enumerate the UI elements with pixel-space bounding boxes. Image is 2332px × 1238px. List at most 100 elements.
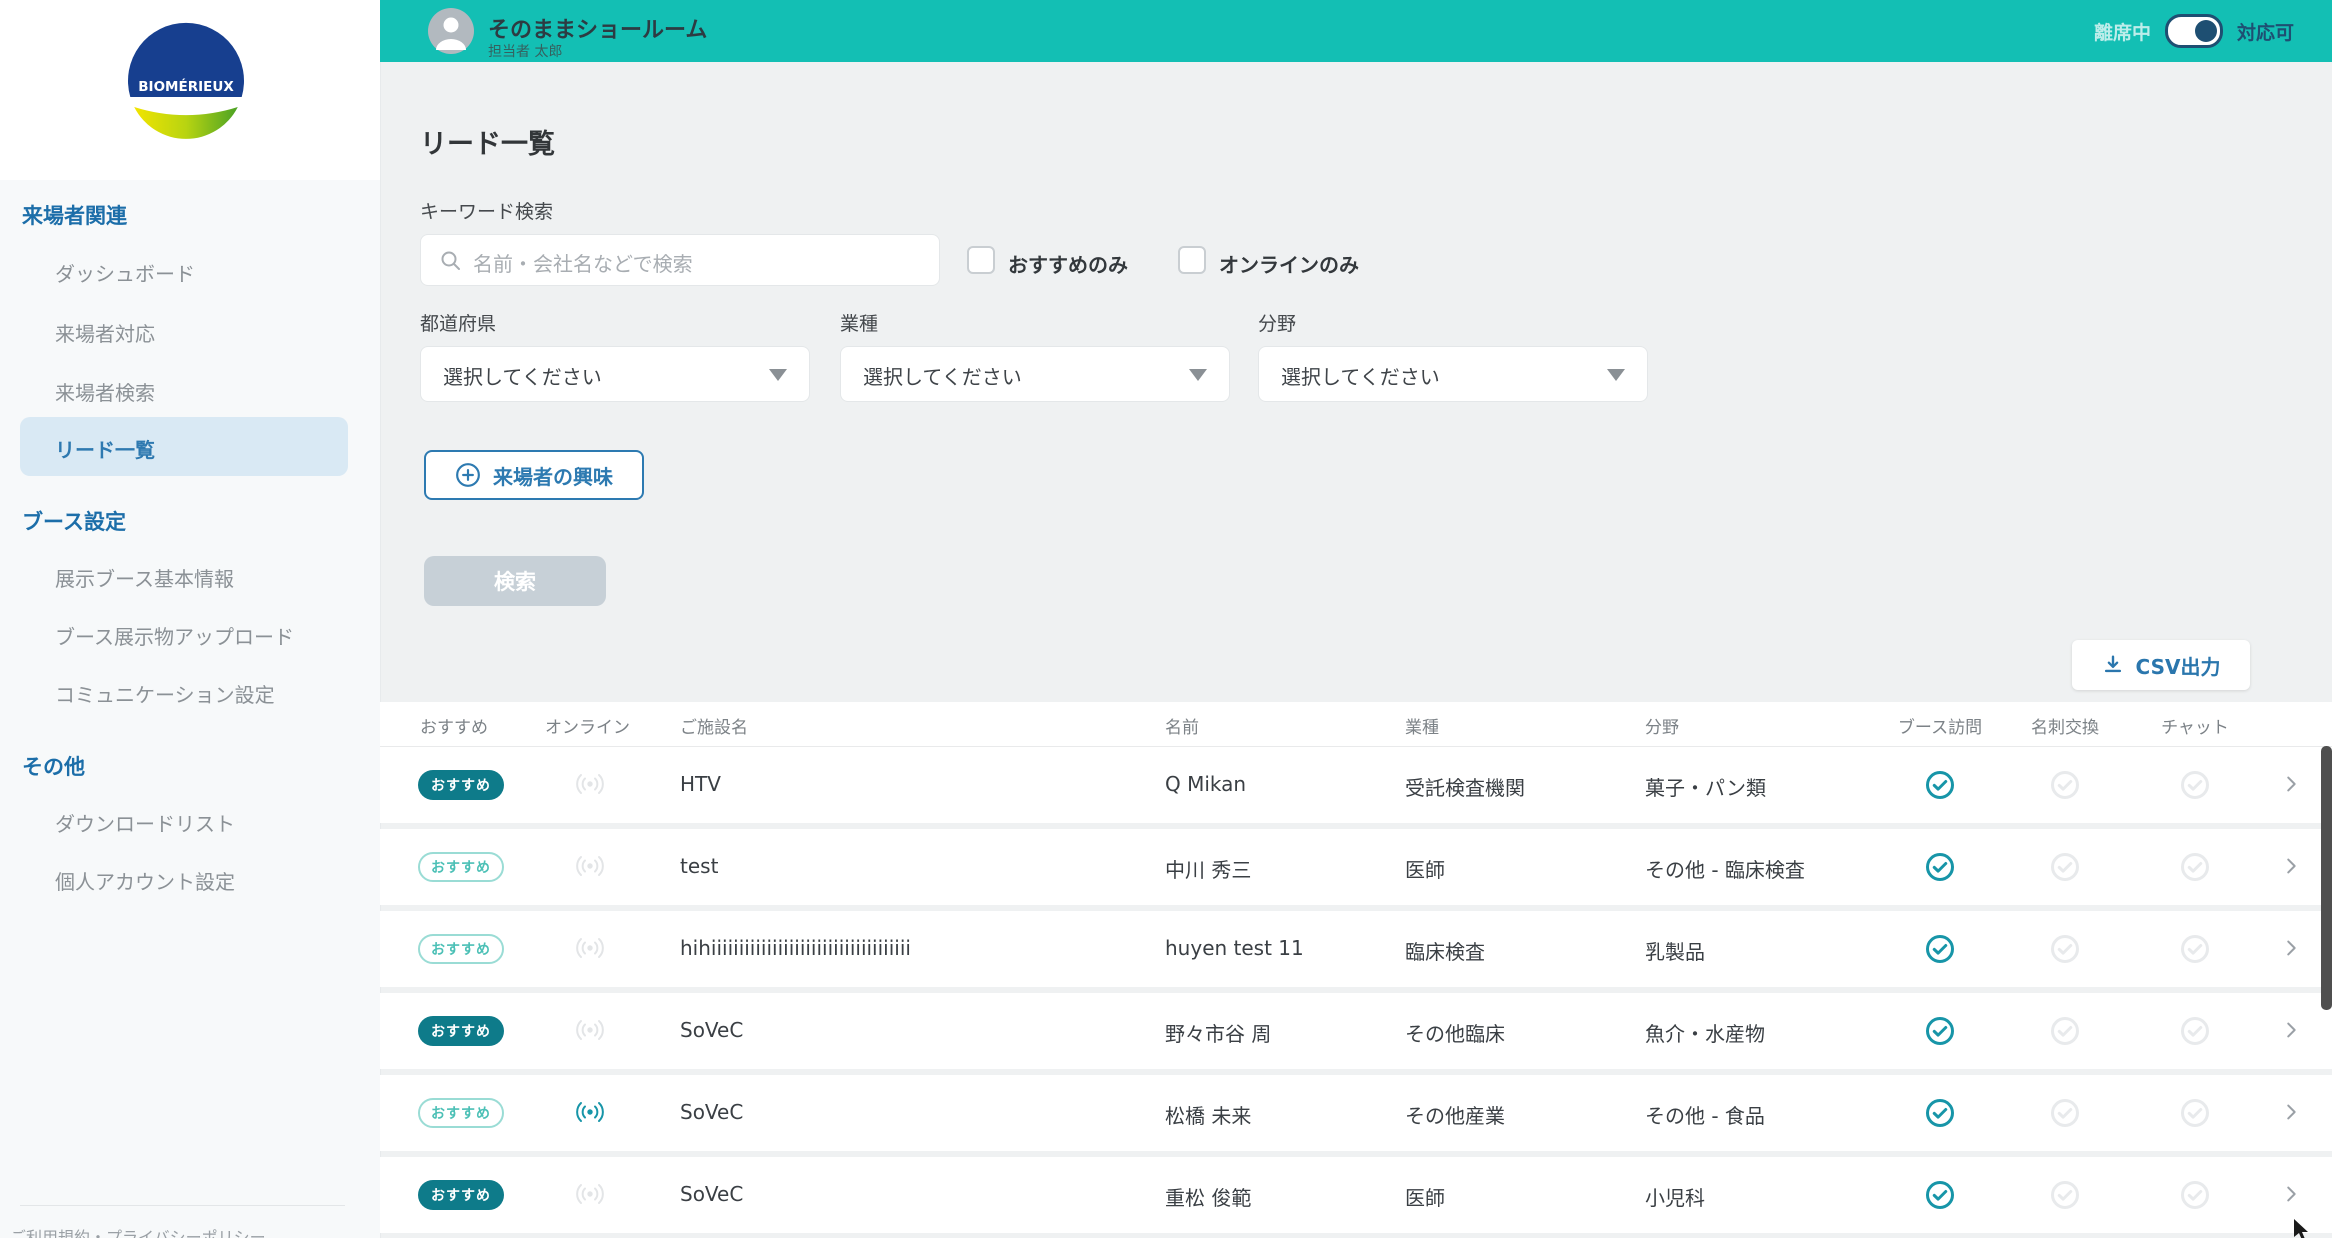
col-card-exchange: 名刺交換 (2031, 718, 2099, 738)
vertical-scrollbar[interactable] (2321, 746, 2332, 1010)
csv-export-button[interactable]: CSV出力 (2072, 640, 2250, 690)
name-cell: huyen test 11 (1165, 936, 1304, 960)
recommended-badge: おすすめ (418, 770, 504, 800)
online-status-icon (573, 934, 607, 966)
sidebar-item-lead-list-label: リード一覧 (55, 438, 155, 462)
col-online: オンライン (545, 718, 630, 738)
online-status-icon (573, 1016, 607, 1048)
app-root: BIOMÉRIEUX 来場者関連 ダッシュボード 来場者対応 来場者検索 リード… (0, 0, 2332, 1238)
facility-cell: SoVeC (680, 1182, 744, 1206)
sidebar-item-communication-settings[interactable]: コミュニケーション設定 (55, 679, 275, 708)
table-row[interactable]: おすすめ SoVeC 野々市谷 周 その他臨床 魚介・水産物 (380, 993, 2332, 1069)
facility-cell: SoVeC (680, 1018, 744, 1042)
sidebar-item-download-list[interactable]: ダウンロードリスト (55, 808, 235, 837)
booth-visit-check-icon (1925, 1180, 1955, 1214)
search-placeholder: 名前・会社名などで検索 (473, 252, 693, 276)
row-chevron-icon[interactable] (2280, 1183, 2302, 1209)
csv-export-button-label: CSV出力 (2135, 654, 2221, 679)
industry-cell: 医師 (1405, 1186, 1445, 1210)
card-exchange-check-icon (2050, 934, 2080, 968)
chat-check-icon (2180, 770, 2210, 804)
sidebar-item-dashboard[interactable]: ダッシュボード (55, 258, 195, 287)
card-exchange-check-icon (2050, 852, 2080, 886)
table-row[interactable]: おすすめ test 中川 秀三 医師 その他 - 臨床検査 (380, 829, 2332, 905)
sidebar-item-booth-upload[interactable]: ブース展示物アップロード (55, 621, 294, 650)
col-recommended: おすすめ (420, 718, 488, 738)
availability-toggle[interactable] (2164, 14, 2223, 48)
table-body: おすすめ HTV Q Mikan 受託検査機関 菓子・パン類 おすすめ test 中川 … (380, 747, 2332, 1238)
sidebar-item-account-settings[interactable]: 個人アカウント設定 (55, 866, 235, 895)
sidebar-section-visitors: 来場者関連 (22, 204, 127, 228)
card-exchange-check-icon (2050, 1180, 2080, 1214)
booth-visit-check-icon (1925, 852, 1955, 886)
industry-label: 業種 (840, 313, 879, 335)
field-cell: 小児科 (1645, 1186, 1705, 1210)
industry-select[interactable]: 選択してください (840, 346, 1230, 402)
search-icon (441, 251, 460, 270)
online-status-icon (573, 1098, 607, 1130)
industry-cell: 医師 (1405, 858, 1445, 882)
field-cell: その他 - 食品 (1645, 1104, 1765, 1128)
online-status-icon (573, 770, 607, 802)
row-chevron-icon[interactable] (2280, 1019, 2302, 1045)
prefecture-select-value: 選択してください (443, 365, 602, 389)
online-only-checkbox[interactable] (1178, 246, 1206, 274)
table-row[interactable]: おすすめ HTV Q Mikan 受託検査機関 菓子・パン類 (380, 747, 2332, 823)
online-status-icon (573, 852, 607, 884)
search-button[interactable]: 検索 (424, 556, 606, 606)
sidebar-item-visitor-search[interactable]: 来場者検索 (55, 377, 155, 406)
chevron-down-icon (1189, 369, 1207, 381)
sidebar-item-visitor-support[interactable]: 来場者対応 (55, 318, 155, 347)
field-label: 分野 (1258, 313, 1297, 335)
plus-circle-icon (456, 463, 480, 487)
table-row[interactable]: おすすめ hihiiiiiiiiiiiiiiiiiiiiiiiiiiiiiiii… (380, 911, 2332, 987)
industry-select-value: 選択してください (863, 365, 1022, 389)
sidebar-item-booth-info[interactable]: 展示ブース基本情報 (55, 563, 234, 592)
field-select[interactable]: 選択してください (1258, 346, 1648, 402)
visitor-interest-button[interactable]: 来場者の興味 (424, 450, 644, 500)
biomerieux-logo-icon: BIOMÉRIEUX (128, 22, 244, 139)
svg-text:BIOMÉRIEUX: BIOMÉRIEUX (138, 78, 234, 95)
recommended-only-checkbox[interactable] (967, 246, 995, 274)
showroom-title: そのままショールーム (488, 18, 708, 43)
name-cell: 中川 秀三 (1165, 858, 1252, 882)
row-chevron-icon[interactable] (2280, 937, 2302, 963)
recommended-badge: おすすめ (418, 1180, 504, 1210)
prefecture-select[interactable]: 選択してください (420, 346, 810, 402)
name-cell: Q Mikan (1165, 772, 1247, 796)
industry-cell: 臨床検査 (1405, 940, 1485, 964)
name-cell: 重松 俊範 (1165, 1186, 1252, 1210)
keyword-search-input[interactable]: 名前・会社名などで検索 (420, 234, 940, 286)
prefecture-label: 都道府県 (420, 313, 497, 335)
table-row[interactable]: おすすめ SoVeC 松橋 未来 その他産業 その他 - 食品 (380, 1075, 2332, 1151)
booth-visit-check-icon (1925, 1016, 1955, 1050)
terms-privacy-link[interactable]: ご利用規約・プライバシーポリシー (10, 1224, 266, 1238)
recommended-badge: おすすめ (418, 934, 504, 964)
row-chevron-icon[interactable] (2280, 1101, 2302, 1127)
booth-visit-check-icon (1925, 1098, 1955, 1132)
name-cell: 松橋 未来 (1165, 1104, 1252, 1128)
availability-toggle-knob (2194, 20, 2217, 42)
table-row[interactable]: おすすめ SoVeC 重松 俊範 医師 小児科 (380, 1157, 2332, 1233)
col-name: 名前 (1165, 718, 1199, 738)
chat-check-icon (2180, 934, 2210, 968)
sidebar-item-lead-list[interactable]: リード一覧 (20, 417, 348, 476)
field-cell: 魚介・水産物 (1645, 1022, 1765, 1046)
booth-visit-check-icon (1925, 934, 1955, 968)
card-exchange-check-icon (2050, 1098, 2080, 1132)
field-cell: 菓子・パン類 (1645, 776, 1766, 800)
recommended-only-label: おすすめのみ (1008, 253, 1128, 277)
card-exchange-check-icon (2050, 770, 2080, 804)
col-booth-visit: ブース訪問 (1897, 718, 1983, 738)
facility-cell: SoVeC (680, 1100, 744, 1124)
top-header: そのままショールーム 担当者 太郎 離席中 対応可 (380, 0, 2332, 62)
row-chevron-icon[interactable] (2280, 773, 2302, 799)
industry-cell: その他産業 (1405, 1104, 1505, 1128)
table-header: おすすめ オンライン ご施設名 名前 業種 分野 ブース訪問 名刺交換 チャット (380, 702, 2332, 747)
col-field: 分野 (1645, 718, 1679, 738)
sidebar-section-booth: ブース設定 (22, 510, 126, 534)
row-chevron-icon[interactable] (2280, 855, 2302, 881)
field-cell: その他 - 臨床検査 (1645, 858, 1805, 882)
industry-cell: その他臨床 (1405, 1022, 1505, 1046)
online-status-icon (573, 1180, 607, 1212)
